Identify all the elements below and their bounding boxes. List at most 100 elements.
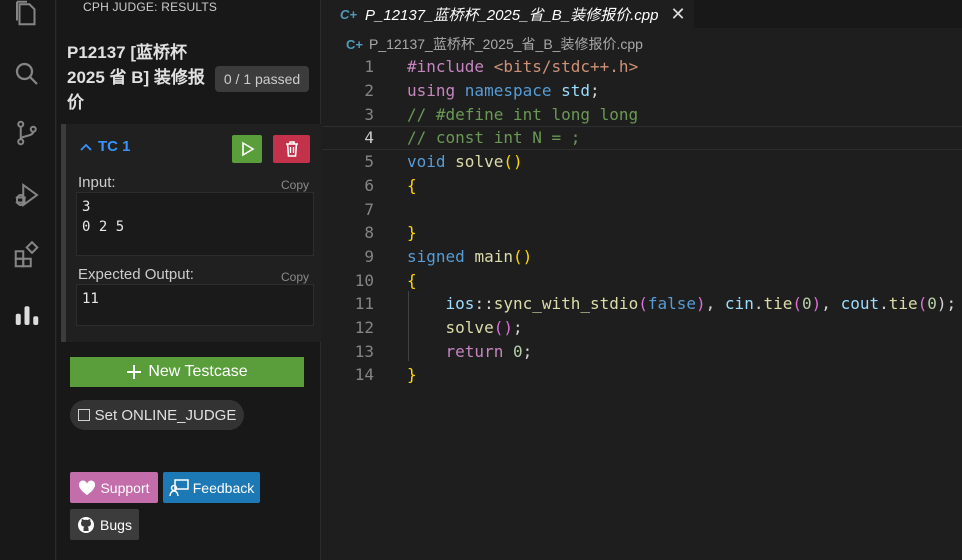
- line-number: 6: [364, 175, 374, 195]
- code-token: std: [561, 81, 591, 101]
- code-token: }: [407, 223, 417, 243]
- trash-icon: [285, 141, 298, 157]
- code-line[interactable]: 6{: [322, 174, 962, 198]
- support-button[interactable]: Support: [70, 472, 158, 503]
- code-line[interactable]: 8}: [322, 221, 962, 245]
- code-token: (: [917, 294, 928, 314]
- code-token: <bits/stdc++.h>: [493, 57, 639, 77]
- code-text: ios::sync_with_stdio(false), cin.tie(0),…: [407, 294, 957, 314]
- heart-icon: [79, 479, 96, 495]
- cpp-file-icon: C+: [346, 36, 363, 52]
- code-token: solve: [455, 152, 504, 172]
- code-line[interactable]: 11 ios::sync_with_stdio(false), cin.tie(…: [322, 292, 962, 316]
- run-debug-icon[interactable]: [10, 178, 44, 212]
- online-judge-toggle[interactable]: Set ONLINE_JUDGE: [70, 400, 244, 430]
- code-token: }: [407, 365, 417, 385]
- code-line[interactable]: 12 solve();: [322, 316, 962, 340]
- code-token: namespace: [464, 81, 562, 101]
- code-line[interactable]: 10 {: [322, 268, 962, 292]
- code-token: ::: [474, 294, 494, 314]
- code-token: (): [512, 246, 533, 266]
- code-token: sync_with_stdio: [493, 294, 639, 314]
- indent-guide: [408, 291, 409, 361]
- feedback-button[interactable]: Feedback: [163, 472, 260, 503]
- code-line[interactable]: 1 #include <bits/stdc++.h>: [322, 55, 962, 79]
- code-token: using: [407, 81, 465, 101]
- explorer-icon[interactable]: [10, 0, 44, 30]
- code-token: 0: [802, 294, 812, 314]
- line-number: 1: [364, 57, 374, 77]
- code-token: tie: [888, 294, 918, 314]
- breadcrumb[interactable]: C+ P_12137_蓝桥杯_2025_省_B_装修报价.cpp: [346, 34, 643, 54]
- code-line[interactable]: 3 // #define int long long: [322, 102, 962, 126]
- cph-judge-icon[interactable]: [10, 298, 44, 332]
- code-text: }: [407, 223, 417, 242]
- code-text: solve();: [407, 318, 523, 337]
- code-line[interactable]: 14}: [322, 363, 962, 387]
- code-line[interactable]: 9 signed main(): [322, 245, 962, 269]
- code-editor[interactable]: 1 #include <bits/stdc++.h> 2 using namespac…: [322, 55, 962, 560]
- line-number: 12: [354, 318, 374, 338]
- input-box[interactable]: 3 0 2 5: [76, 192, 314, 256]
- run-testcase-button[interactable]: [232, 135, 262, 163]
- code-text: {: [407, 176, 417, 195]
- delete-testcase-button[interactable]: [273, 135, 310, 163]
- code-token: ios: [445, 294, 475, 314]
- code-token: 0: [512, 341, 523, 361]
- code-token: #include: [407, 57, 494, 77]
- code-line[interactable]: 2 using namespace std;: [322, 79, 962, 103]
- testcase-toggle[interactable]: TC 1: [80, 138, 131, 155]
- feedback-icon: [169, 478, 189, 496]
- line-number: 11: [354, 294, 374, 314]
- code-text: #include <bits/stdc++.h>: [407, 57, 638, 76]
- tab-title: P_12137_蓝桥杯_2025_省_B_装修报价.cpp: [364, 6, 659, 24]
- input-label: Input:: [78, 174, 116, 191]
- checkbox-icon: [77, 409, 90, 421]
- code-token: {: [407, 175, 417, 195]
- line-number: 8: [364, 223, 374, 243]
- code-token: ): [696, 294, 706, 314]
- code-line[interactable]: 4 // const int N = ;: [322, 126, 962, 150]
- editor-tab-bar: C+ P_12137_蓝桥杯_2025_省_B_装修报价.cpp ✕: [322, 0, 962, 28]
- code-token: 0: [927, 294, 937, 314]
- editor-tab[interactable]: C+ P_12137_蓝桥杯_2025_省_B_装修报价.cpp ✕: [322, 0, 694, 28]
- code-token: ;: [590, 81, 600, 101]
- plus-icon: [127, 365, 142, 379]
- close-icon[interactable]: ✕: [670, 4, 685, 25]
- code-line[interactable]: 7: [322, 197, 962, 221]
- code-line[interactable]: 13 return 0;: [322, 339, 962, 363]
- code-text: }: [407, 365, 417, 384]
- code-token: {: [407, 270, 417, 290]
- code-text: return 0;: [407, 341, 533, 361]
- code-token: // #define int long long: [407, 104, 639, 124]
- code-text: void solve(): [407, 152, 523, 171]
- testcase-label: TC 1: [98, 138, 131, 155]
- line-number: 9: [364, 246, 374, 266]
- play-icon: [242, 141, 255, 157]
- copy-input-link[interactable]: Copy: [281, 178, 309, 192]
- bugs-label: Bugs: [100, 516, 132, 533]
- code-line[interactable]: 5 void solve(): [322, 150, 962, 174]
- code-token: ,: [821, 294, 841, 314]
- code-token: solve: [445, 318, 494, 338]
- expected-output-label: Expected Output:: [78, 266, 194, 283]
- code-token: ,: [705, 294, 725, 314]
- breadcrumb-file: P_12137_蓝桥杯_2025_省_B_装修报价.cpp: [368, 36, 643, 52]
- code-token: (: [792, 294, 803, 314]
- new-testcase-button[interactable]: New Testcase: [70, 357, 304, 387]
- copy-expected-link[interactable]: Copy: [281, 270, 309, 284]
- problem-title: P12137 [蓝桥杯 2025 省 B] 装修报价: [67, 43, 205, 112]
- search-icon[interactable]: [10, 57, 44, 91]
- line-number: 14: [354, 365, 374, 385]
- expected-output-box[interactable]: 11: [76, 284, 314, 326]
- extensions-icon[interactable]: [10, 238, 44, 272]
- github-icon: [78, 516, 95, 533]
- bugs-button[interactable]: Bugs: [70, 509, 139, 540]
- code-token: .: [879, 294, 889, 314]
- code-token: cout: [840, 294, 880, 314]
- code-token: return: [445, 341, 513, 361]
- line-number: 5: [364, 152, 374, 172]
- source-control-icon[interactable]: [10, 116, 44, 150]
